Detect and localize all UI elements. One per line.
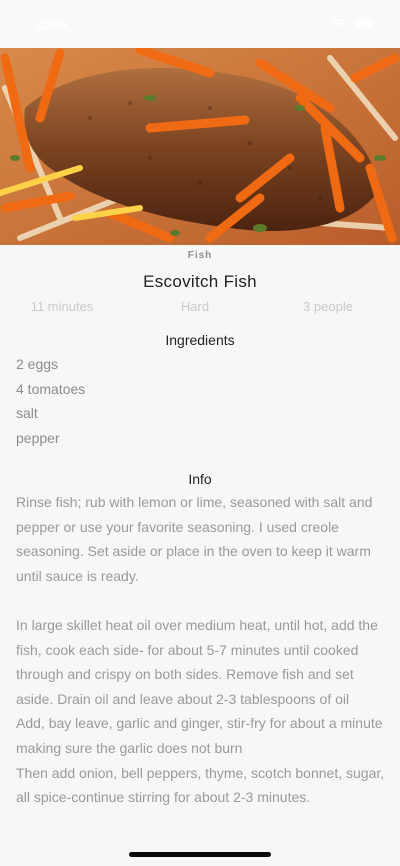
list-item: 2 eggs	[16, 356, 59, 372]
status-icons	[331, 16, 378, 34]
list-item: 4 tomatoes	[16, 380, 86, 397]
recipe-category: Fish	[187, 250, 213, 261]
wifi-icon	[331, 16, 347, 34]
info-text: Rinse fish; rub with lemon or lime, seas…	[16, 494, 385, 806]
list-item: pepper	[16, 429, 60, 446]
recipe-meta: 11 minutes Hard 3 people	[0, 299, 400, 317]
list-item: salt	[16, 405, 38, 421]
info-heading: Info	[188, 471, 212, 487]
servings: 3 people	[303, 299, 353, 314]
status-bar: 2:06	[0, 0, 400, 48]
cook-time: 11 minutes	[30, 299, 94, 314]
recipe-detail-screen: 2:06 Fish Escovitch Fish 11 minutes Hard…	[0, 0, 400, 866]
recipe-title: Escovitch Fish	[143, 272, 257, 291]
battery-icon	[353, 16, 378, 34]
difficulty: Hard	[180, 299, 210, 314]
ingredients-heading: Ingredients	[165, 332, 235, 348]
home-indicator[interactable]	[129, 852, 271, 857]
status-time: 2:06	[36, 16, 68, 33]
recipe-photo	[0, 48, 400, 245]
ingredients-list: 2 eggs 4 tomatoes salt pepper	[16, 352, 85, 450]
